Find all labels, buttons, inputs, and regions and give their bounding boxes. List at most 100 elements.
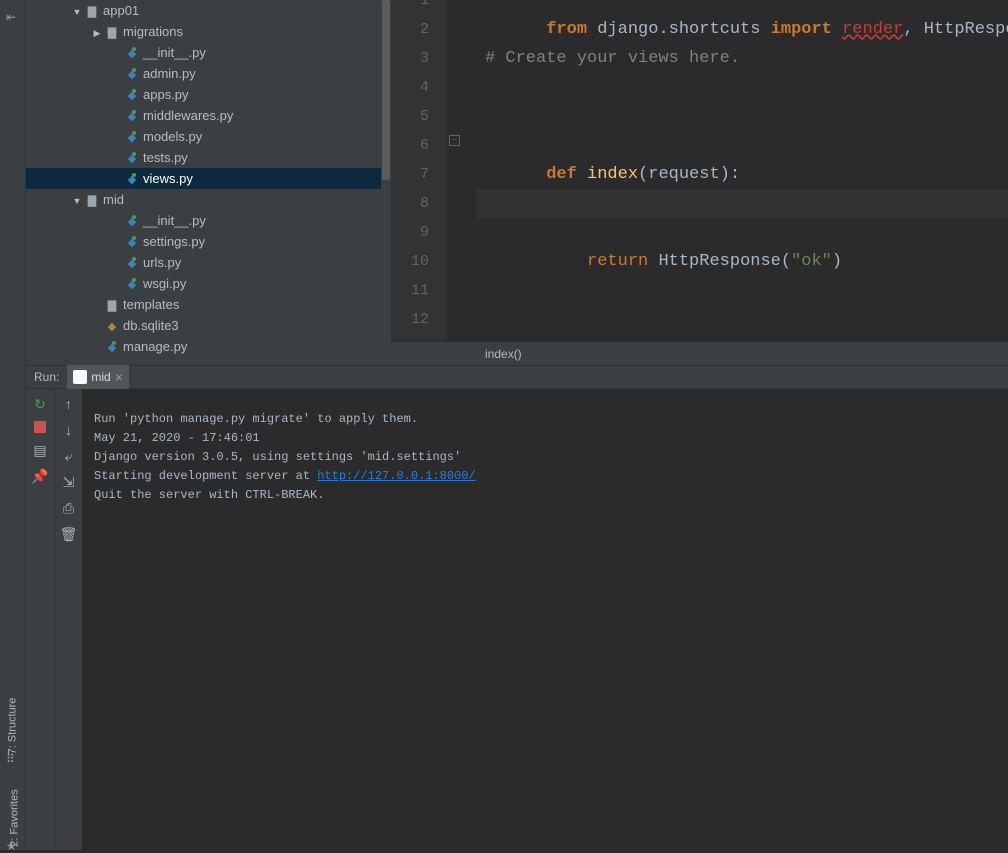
line-number: 7 <box>391 160 447 189</box>
structure-tool-button[interactable]: 7: Structure <box>6 698 18 755</box>
py-icon: ◆ <box>124 149 140 170</box>
line-number: 2 <box>391 15 447 44</box>
tree-item-wsgi-py[interactable]: ◆wsgi.py <box>26 273 391 294</box>
code-line: # Create your views here. <box>485 44 740 73</box>
run-toolbar-2: ↑ ↓ ⤶ ⇲ ⎙ 🗑 <box>54 389 82 850</box>
run-toolbar-1: ↻ ▤ 📌 <box>26 389 54 850</box>
tree-item-label: app01 <box>103 3 139 18</box>
tree-item-app01[interactable]: ▼▇app01 <box>26 0 391 21</box>
favorites-icon[interactable]: ★ <box>6 839 17 853</box>
tree-item-label: apps.py <box>143 87 189 102</box>
run-tab[interactable]: mid × <box>67 365 129 389</box>
fold-minus-icon[interactable]: − <box>449 135 460 146</box>
py-icon: ◆ <box>124 107 140 128</box>
server-url-link[interactable]: http://127.0.0.1:8000/ <box>317 469 475 483</box>
line-number: 10 <box>391 247 447 276</box>
tree-item-label: tests.py <box>143 150 188 165</box>
tree-item-templates[interactable]: ▇templates <box>26 294 391 315</box>
tree-item-label: mid <box>103 192 124 207</box>
tree-item-views-py[interactable]: ◆views.py <box>26 168 391 189</box>
line-gutter: 123456789101112 <box>391 0 447 340</box>
expand-arrow-icon[interactable]: ▼ <box>70 191 84 212</box>
code-line: return HttpResponse("ok") <box>485 218 842 247</box>
py-icon: ◆ <box>124 128 140 149</box>
tree-item-__init__-py[interactable]: ◆__init__.py <box>26 42 391 63</box>
print-icon[interactable]: ⎙ <box>60 499 78 517</box>
tree-item-mid[interactable]: ▼▇mid <box>26 189 391 210</box>
stop-icon[interactable] <box>34 421 46 433</box>
run-tab-label: mid <box>91 370 110 384</box>
tree-item-db-sqlite3[interactable]: ◆db.sqlite3 <box>26 315 391 336</box>
expand-arrow-icon[interactable]: ▼ <box>70 2 84 23</box>
collapse-icon[interactable]: ⇤ <box>6 10 16 24</box>
py-icon: ◆ <box>104 338 120 359</box>
py-icon: ◆ <box>124 44 140 65</box>
run-label: Run: <box>26 370 67 384</box>
folder-icon: ▇ <box>104 296 120 317</box>
tree-item-label: db.sqlite3 <box>123 318 179 333</box>
tree-item-manage-py[interactable]: ◆manage.py <box>26 336 391 357</box>
code-line: from django.shortcuts import render, Htt… <box>485 0 1008 15</box>
line-number: 4 <box>391 73 447 102</box>
up-icon[interactable]: ↑ <box>60 395 78 413</box>
tree-item-label: manage.py <box>123 339 187 354</box>
py-icon: ◆ <box>124 254 140 275</box>
folder-icon: ▇ <box>104 23 120 44</box>
tree-scrollbar[interactable] <box>381 0 391 335</box>
tree-item-label: settings.py <box>143 234 205 249</box>
tree-item-label: templates <box>123 297 179 312</box>
tree-item-apps-py[interactable]: ◆apps.py <box>26 84 391 105</box>
tree-item-settings-py[interactable]: ◆settings.py <box>26 231 391 252</box>
line-number: 9 <box>391 218 447 247</box>
console-output[interactable]: Run 'python manage.py migrate' to apply … <box>82 389 1008 850</box>
tree-item-urls-py[interactable]: ◆urls.py <box>26 252 391 273</box>
db-icon: ◆ <box>104 317 120 338</box>
tree-item-label: migrations <box>123 24 183 39</box>
tree-item-models-py[interactable]: ◆models.py <box>26 126 391 147</box>
line-number: 3 <box>391 44 447 73</box>
run-panel: Run: mid × ↻ ▤ 📌 ↑ ↓ ⤶ ⇲ ⎙ 🗑 Run 'python… <box>26 365 1008 850</box>
tree-item-label: urls.py <box>143 255 181 270</box>
left-tool-rail: ⇤ 7: Structure ⠿ 2: Favorites ★ <box>0 0 26 850</box>
tree-item-__init__-py[interactable]: ◆__init__.py <box>26 210 391 231</box>
line-number: 11 <box>391 276 447 305</box>
tree-item-migrations[interactable]: ▶▇migrations <box>26 21 391 42</box>
down-icon[interactable]: ↓ <box>60 421 78 439</box>
run-header: Run: mid × <box>26 365 1008 389</box>
code-line: print("index视图...") <box>485 160 794 189</box>
breadcrumb[interactable]: index() <box>391 341 1008 365</box>
tree-item-label: __init__.py <box>143 45 206 60</box>
tree-item-tests-py[interactable]: ◆tests.py <box>26 147 391 168</box>
tree-item-label: views.py <box>143 171 193 186</box>
rerun-icon[interactable]: ↻ <box>31 395 49 413</box>
py-icon: ◆ <box>124 170 140 191</box>
code-editor[interactable]: 123456789101112 − from django.shortcuts … <box>391 0 1008 365</box>
py-icon: ◆ <box>124 65 140 86</box>
folder-icon: ▇ <box>84 191 100 212</box>
py-icon: ◆ <box>124 275 140 296</box>
project-tree[interactable]: ▼▇app01▶▇migrations◆__init__.py◆admin.py… <box>26 0 391 365</box>
tree-item-label: models.py <box>143 129 202 144</box>
trash-icon[interactable]: 🗑 <box>60 525 78 543</box>
line-number: 5 <box>391 102 447 131</box>
tree-item-admin-py[interactable]: ◆admin.py <box>26 63 391 84</box>
line-number: 12 <box>391 305 447 334</box>
tree-item-label: __init__.py <box>143 213 206 228</box>
tree-item-label: admin.py <box>143 66 196 81</box>
line-number: 6 <box>391 131 447 160</box>
code-line-current <box>477 189 1008 218</box>
structure-icon[interactable]: ⠿ <box>6 752 15 766</box>
pin-icon[interactable]: 📌 <box>31 467 49 485</box>
scroll-icon[interactable]: ⇲ <box>60 473 78 491</box>
code-area[interactable]: from django.shortcuts import render, Htt… <box>477 0 1008 340</box>
expand-arrow-icon[interactable]: ▶ <box>90 23 104 44</box>
tree-item-label: wsgi.py <box>143 276 186 291</box>
tree-item-middlewares-py[interactable]: ◆middlewares.py <box>26 105 391 126</box>
layout-icon[interactable]: ▤ <box>31 441 49 459</box>
fold-column: − <box>447 0 475 340</box>
wrap-icon[interactable]: ⤶ <box>60 447 78 465</box>
line-number: 1 <box>391 0 447 15</box>
close-icon[interactable]: × <box>115 369 123 385</box>
django-icon <box>73 370 87 384</box>
tree-item-label: middlewares.py <box>143 108 233 123</box>
